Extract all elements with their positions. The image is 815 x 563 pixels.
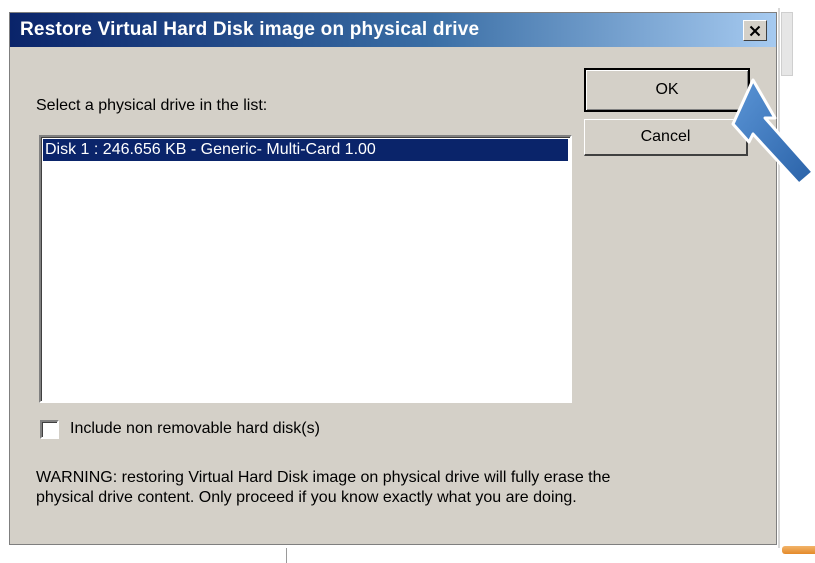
cancel-button[interactable]: Cancel — [584, 119, 748, 156]
include-non-removable-label[interactable]: Include non removable hard disk(s) — [70, 420, 320, 438]
warning-line-1: WARNING: restoring Virtual Hard Disk ima… — [36, 469, 611, 486]
background-scrollbar-thumb[interactable] — [781, 12, 793, 76]
background-divider — [286, 548, 287, 563]
background-bottom-area — [0, 548, 815, 563]
restore-dialog: Restore Virtual Hard Disk image on physi… — [9, 12, 777, 545]
warning-line-2: physical drive content. Only proceed if … — [36, 489, 577, 506]
ok-button[interactable]: OK — [584, 68, 750, 112]
drive-listbox[interactable]: Disk 1 : 246.656 KB - Generic- Multi-Car… — [39, 135, 572, 403]
dialog-titlebar[interactable]: Restore Virtual Hard Disk image on physi… — [10, 13, 776, 47]
pointer-arrow-icon — [731, 78, 815, 186]
include-non-removable-checkbox[interactable] — [40, 419, 59, 439]
include-non-removable-row[interactable]: Include non removable hard disk(s) — [40, 417, 320, 441]
select-drive-label: Select a physical drive in the list: — [36, 97, 268, 114]
dialog-title: Restore Virtual Hard Disk image on physi… — [20, 19, 480, 40]
background-taskbar-accent — [782, 546, 815, 554]
drive-list-item[interactable]: Disk 1 : 246.656 KB - Generic- Multi-Car… — [43, 139, 568, 161]
close-button[interactable] — [743, 20, 767, 41]
close-icon — [749, 25, 761, 36]
screen: Restore Virtual Hard Disk image on physi… — [0, 0, 815, 563]
warning-text: WARNING: restoring Virtual Hard Disk ima… — [36, 468, 758, 508]
